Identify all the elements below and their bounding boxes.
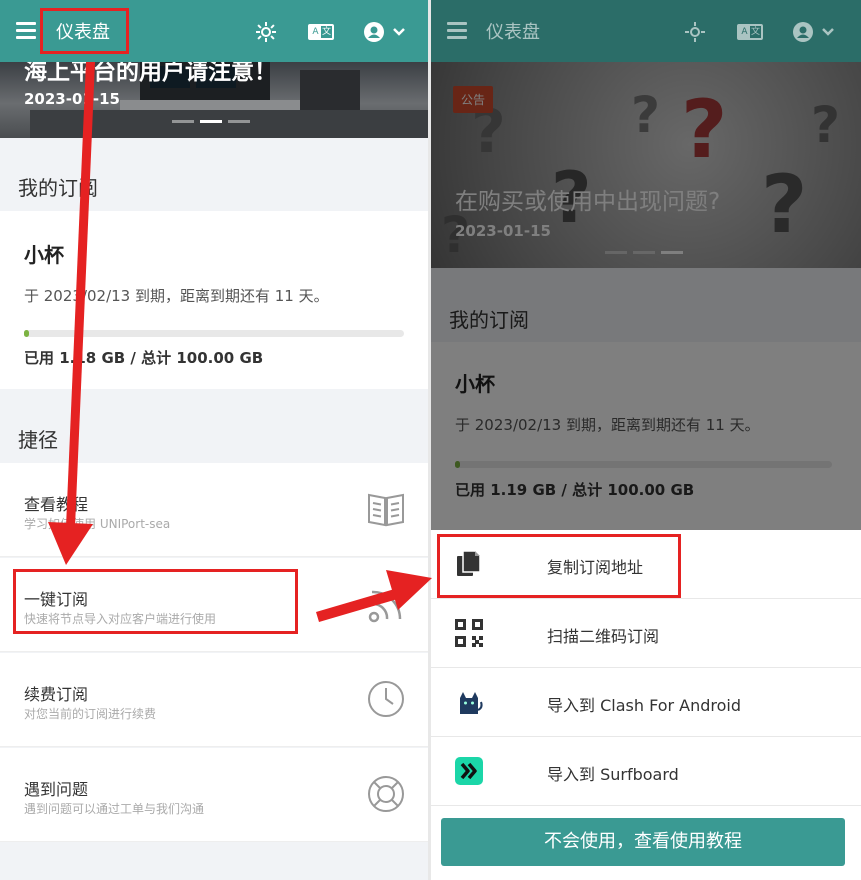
shortcut-title: 续费订阅 [24, 685, 89, 704]
annotation-box-title [40, 8, 129, 54]
menu-icon[interactable] [16, 22, 36, 40]
usage-progress-fill [24, 330, 29, 337]
user-avatar-icon[interactable] [364, 22, 384, 42]
language-icon-right: 文 [750, 27, 760, 37]
menu-icon[interactable] [447, 22, 467, 40]
usage-progress-bar [24, 330, 404, 337]
language-switch-icon[interactable]: A文 [737, 24, 763, 40]
annotation-box-copy-url [437, 534, 681, 598]
language-switch-icon[interactable]: A文 [308, 24, 334, 40]
book-icon [366, 489, 406, 529]
section-title-shortcuts: 捷径 [18, 428, 58, 452]
right-screen: 仪表盘 A文 ? ? ? ? ? ? ? 公告 在购买或使用中出现问题? [431, 0, 861, 880]
banner-date: 2023-01-15 [24, 90, 120, 108]
shortcut-renew[interactable]: 续费订阅 对您当前的订阅进行续费 [0, 653, 428, 747]
plan-name: 小杯 [24, 243, 64, 267]
sheet-item-label: 扫描二维码订阅 [547, 627, 660, 646]
shortcut-desc: 学习如何使用 UNIPort-sea [24, 517, 171, 531]
left-screen: 海上平台的用户请注意！ 2023-01-15 仪表盘 A文 我的订阅 小杯 于 … [0, 0, 428, 880]
clash-icon [453, 686, 485, 718]
carousel-dot[interactable] [228, 120, 250, 123]
shortcut-desc: 遇到问题可以通过工单与我们沟通 [24, 802, 205, 816]
chevron-down-icon[interactable] [822, 27, 834, 37]
chevron-down-icon[interactable] [393, 27, 405, 37]
modal-backdrop[interactable] [431, 62, 861, 530]
user-avatar-icon[interactable] [793, 22, 813, 42]
view-tutorial-button[interactable]: 不会使用，查看使用教程 [441, 818, 845, 866]
qrcode-icon [453, 617, 485, 649]
shortcut-title: 查看教程 [24, 495, 89, 514]
surfboard-icon [453, 755, 485, 787]
language-icon-right: 文 [321, 27, 331, 37]
clock-icon [366, 679, 406, 719]
theme-toggle-icon[interactable] [685, 22, 705, 42]
rss-icon [366, 584, 406, 624]
lifebuoy-icon [366, 774, 406, 814]
sheet-item-label: 导入到 Clash For Android [547, 696, 742, 715]
annotation-box-one-click [13, 569, 298, 634]
shortcut-desc: 对您当前的订阅进行续费 [24, 707, 157, 721]
page-title: 仪表盘 [486, 22, 540, 43]
language-icon-left: A [739, 26, 750, 38]
sheet-item-clash[interactable]: 导入到 Clash For Android [431, 668, 861, 737]
language-icon-left: A [310, 26, 321, 38]
theme-toggle-icon[interactable] [256, 22, 276, 42]
carousel-indicators[interactable] [172, 120, 250, 123]
shortcut-title: 遇到问题 [24, 780, 89, 799]
sheet-item-surfboard[interactable]: 导入到 Surfboard [431, 737, 861, 806]
shortcut-tutorial[interactable]: 查看教程 学习如何使用 UNIPort-sea [0, 463, 428, 557]
usage-text: 已用 1.18 GB / 总计 100.00 GB [24, 349, 264, 367]
sheet-item-qrcode[interactable]: 扫描二维码订阅 [431, 599, 861, 668]
shortcut-help[interactable]: 遇到问题 遇到问题可以通过工单与我们沟通 [0, 748, 428, 842]
carousel-dot[interactable] [172, 120, 194, 123]
carousel-dot-active[interactable] [200, 120, 222, 123]
subscription-card: 小杯 于 2023/02/13 到期，距离到期还有 11 天。 已用 1.18 … [0, 211, 428, 389]
plan-expiry: 于 2023/02/13 到期，距离到期还有 11 天。 [24, 287, 329, 305]
section-title-subscription: 我的订阅 [18, 176, 98, 200]
top-app-bar: 仪表盘 A文 [431, 0, 861, 62]
sheet-item-label: 导入到 Surfboard [547, 765, 679, 784]
